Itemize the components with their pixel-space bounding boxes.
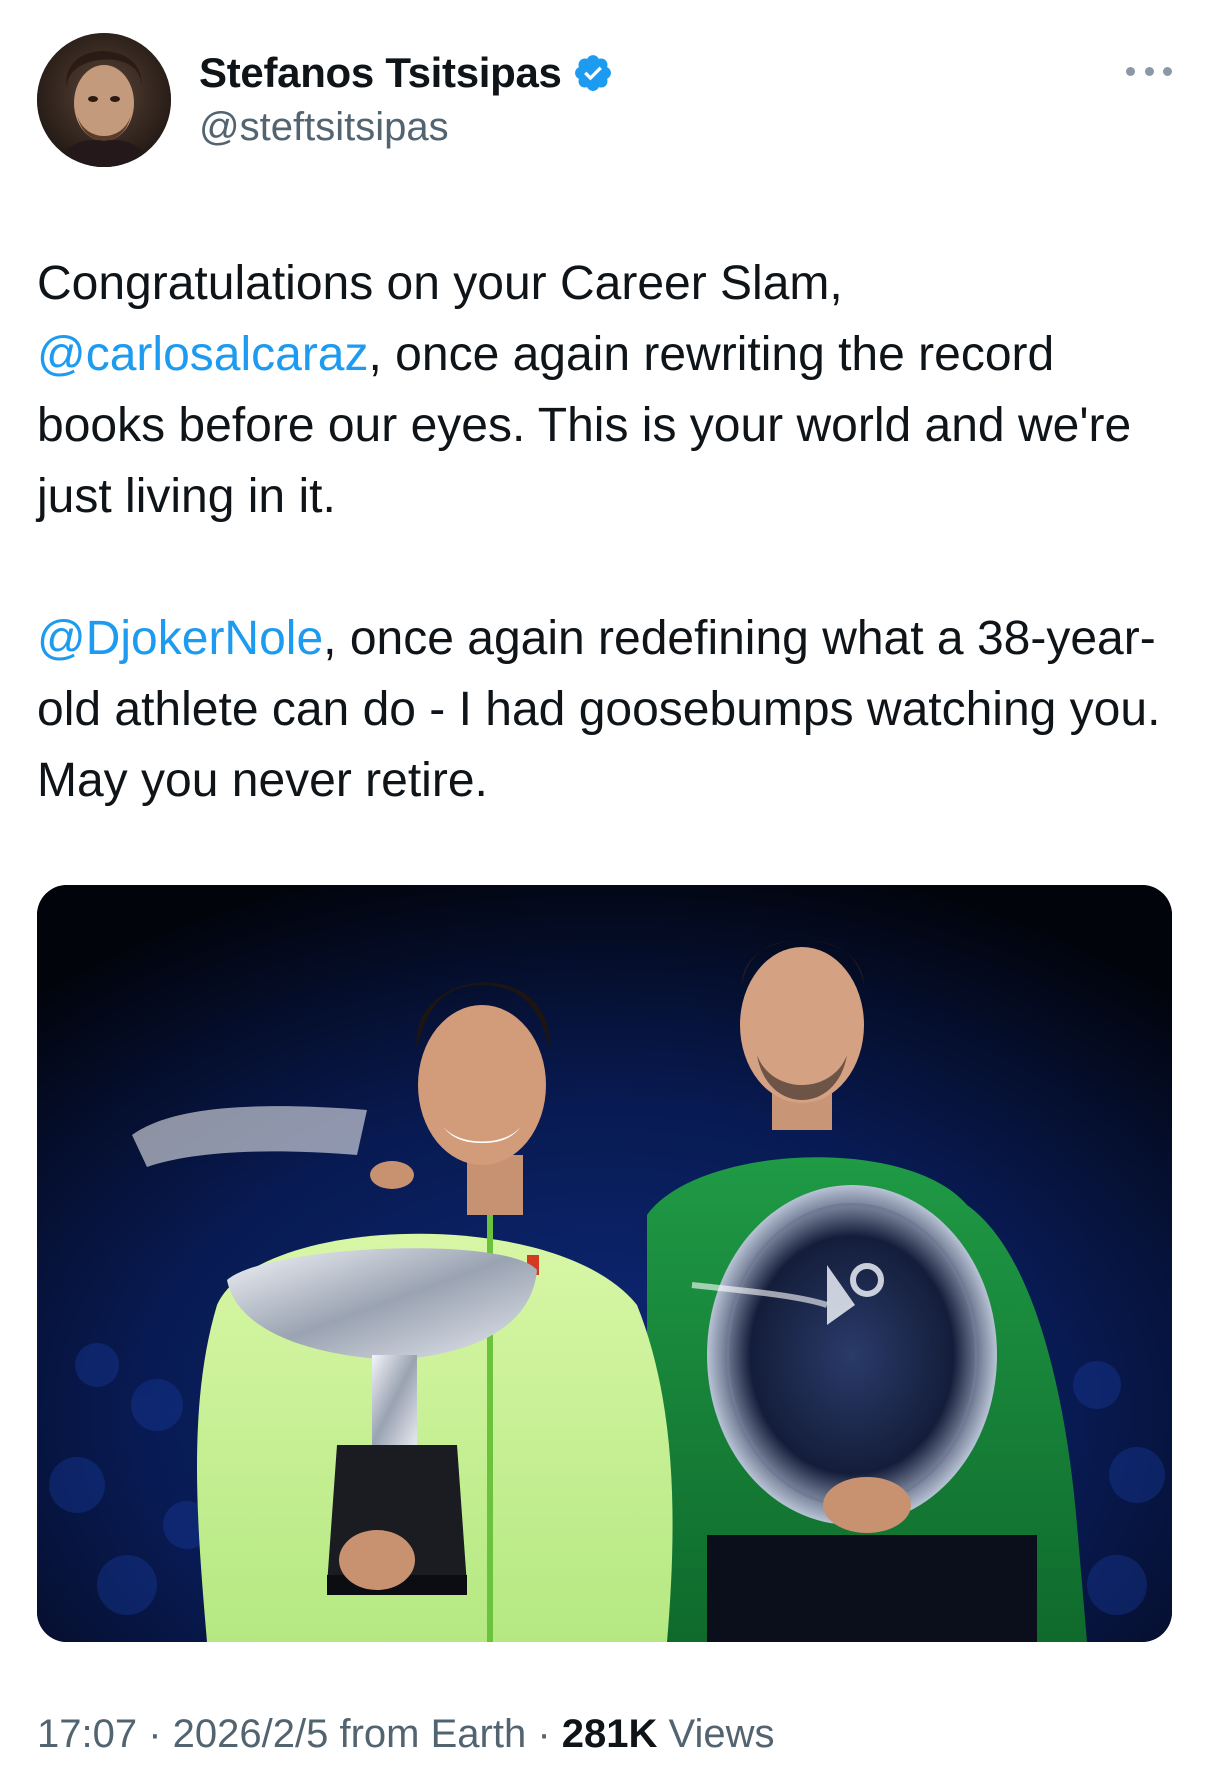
dot-icon [1163,66,1172,76]
more-horizontal-icon[interactable] [1126,61,1172,81]
tweet-header: Stefanos Tsitsipas @steftsitsipas [37,33,1172,173]
tweet-photo[interactable] [37,885,1172,1642]
tweet-date[interactable]: 2026/2/5 [173,1712,329,1756]
text-segment: Congratulations on your Career Slam, [37,257,843,310]
views-label: Views [657,1712,775,1756]
views-count[interactable]: 281K [562,1712,658,1756]
separator: · [526,1712,562,1756]
separator: · [137,1712,173,1756]
mention-link-carlosalcaraz[interactable]: @carlosalcaraz [37,328,369,381]
author-handle[interactable]: @steftsitsipas [199,105,614,150]
tweet-location: from Earth [328,1712,527,1756]
display-name-row: Stefanos Tsitsipas [199,47,614,99]
tweet: Stefanos Tsitsipas @steftsitsipas Congra… [0,0,1206,1784]
author-names: Stefanos Tsitsipas @steftsitsipas [199,47,614,150]
display-name[interactable]: Stefanos Tsitsipas [199,49,562,97]
tweet-time[interactable]: 17:07 [37,1712,137,1756]
tweet-meta: 17:07 · 2026/2/5 from Earth · 281K Views [37,1712,774,1757]
avatar[interactable] [37,33,171,167]
verified-badge-icon[interactable] [572,52,614,94]
dot-icon [1126,66,1135,76]
tweet-paragraph-1: Congratulations on your Career Slam, @ca… [37,248,1177,532]
dot-icon [1144,66,1154,76]
tweet-paragraph-2: @DjokerNole, once again redefining what … [37,603,1177,816]
tweet-text: Congratulations on your Career Slam, @ca… [37,248,1177,816]
mention-link-djokernole[interactable]: @DjokerNole [37,612,323,665]
